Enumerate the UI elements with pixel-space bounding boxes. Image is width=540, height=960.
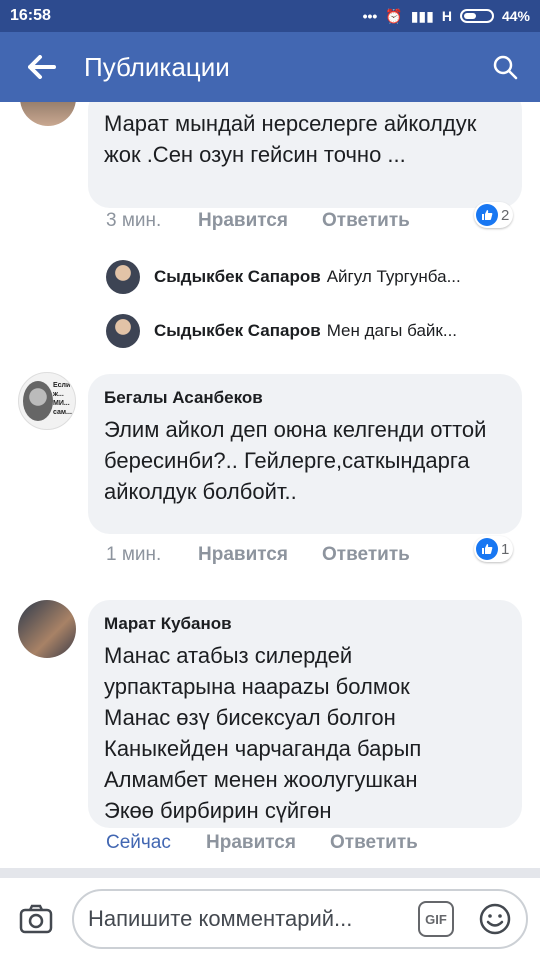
comment-composer: Напишите комментарий... GIF [0,878,540,960]
comment-text: Манас атабыз силердей урпактарына наараz… [104,643,422,823]
battery-level: 44% [501,8,530,24]
comment-bubble[interactable]: Марат мындай нерселерге айколдук жок .Се… [88,102,522,208]
reply-button[interactable]: Ответить [322,210,410,232]
comment-input-placeholder: Напишите комментарий... [88,906,353,931]
status-time: 16:58 [10,7,51,24]
comment-time: Сейчас [106,832,171,853]
like-button[interactable]: Нравится [198,544,322,566]
avatar-photo [23,381,53,421]
reply-item[interactable]: Сыдыкбек Сапаров Мен дагы байк... [106,314,457,348]
comments-list: Марат мындай нерселерге айколдук жок .Се… [0,102,540,876]
comment-text: Марат мындай нерселерге айколдук жок .Се… [104,111,477,167]
thumbs-up-icon [476,538,498,560]
comment-input[interactable]: Напишите комментарий... GIF [72,889,528,949]
reaction-count[interactable]: 1 [474,536,514,562]
status-icons: ••• ⏰ ▮▮▮ H 44% [363,8,530,25]
alarm-icon: ⏰ [385,7,403,24]
avatar-caption: Если ж... МИ... сам... [53,382,72,416]
emoji-icon [479,903,511,935]
camera-icon [19,904,53,934]
reply-button[interactable]: Ответить [322,544,410,566]
comment-actions: 1 мин. Нравится Ответить [106,544,410,566]
comment-actions: Сейчас Нравится Ответить [106,832,418,854]
reply-text: Айгул Тургунба... [326,267,461,286]
reaction-count[interactable]: 2 [474,202,514,228]
reply-button[interactable]: Ответить [330,832,418,854]
battery-icon [459,9,494,23]
reaction-number: 2 [501,206,510,224]
reaction-number: 1 [501,540,510,558]
like-button[interactable]: Нравится [198,210,322,232]
gif-button[interactable]: GIF [418,901,454,937]
back-button[interactable] [0,32,84,102]
reply-author[interactable]: Сыдыкбек Сапаров [154,267,321,287]
search-button[interactable] [470,32,540,102]
reply-avatar [106,260,140,294]
divider [0,868,540,878]
comment-text: Элим айкол деп оюна келгенди оттой берес… [104,417,487,504]
avatar[interactable] [18,600,76,658]
avatar[interactable] [20,102,76,126]
page-title: Публикации [84,51,230,82]
status-bar: 16:58 ••• ⏰ ▮▮▮ H 44% [0,0,540,32]
comment-author[interactable]: Бегалы Асанбеков [104,388,506,408]
reply-item[interactable]: Сыдыкбек Сапаров Айгул Тургунба... [106,260,461,294]
like-button[interactable]: Нравится [206,832,330,854]
comment-bubble[interactable]: Марат Кубанов Манас атабыз силердей урпа… [88,600,522,828]
signal-icon: ▮▮▮ [410,7,434,24]
emoji-button[interactable] [474,898,516,940]
back-arrow-icon [28,55,56,79]
comment-actions: 3 мин. Нравится Ответить [106,210,410,232]
more-dots-icon: ••• [362,8,378,24]
avatar[interactable]: Если ж... МИ... сам... [18,372,76,430]
thumbs-up-icon [476,204,498,226]
camera-button[interactable] [0,878,72,960]
comment-time: 3 мин. [106,210,162,231]
reply-avatar [106,314,140,348]
search-icon [493,55,518,80]
app-bar: Публикации [0,32,540,102]
comment-time: 1 мин. [106,544,162,565]
comment-bubble[interactable]: Бегалы Асанбеков Элим айкол деп оюна кел… [88,374,522,534]
comment-author[interactable]: Марат Кубанов [104,614,506,634]
network-type: H [441,8,452,24]
reply-text: Мен дагы байк... [326,321,458,340]
reply-author[interactable]: Сыдыкбек Сапаров [154,321,321,341]
